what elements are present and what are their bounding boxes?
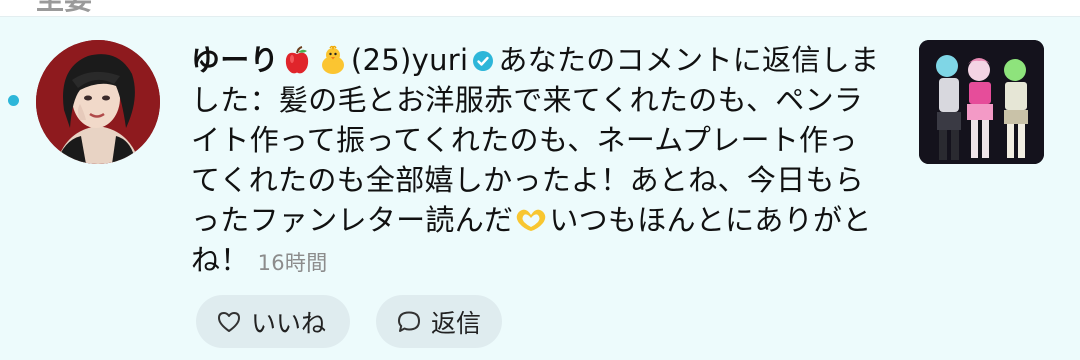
like-button[interactable]: いいね <box>196 295 350 348</box>
chick-emoji-icon <box>318 45 348 75</box>
username[interactable]: ゆーり <box>191 43 279 77</box>
heart-hands-emoji-icon <box>514 203 548 231</box>
unread-indicator <box>8 95 19 106</box>
timestamp: 16時間 <box>257 251 328 275</box>
speech-bubble-icon <box>396 309 422 335</box>
heart-outline-icon <box>216 309 242 335</box>
reply-button[interactable]: 返信 <box>376 295 502 348</box>
video-thumbnail[interactable] <box>919 40 1044 164</box>
previous-item-title: 至要 <box>36 0 92 14</box>
reply-label: 返信 <box>431 308 482 338</box>
user-handle[interactable]: (25)yuri <box>351 43 468 77</box>
previous-item-edge: 至要 <box>0 0 1080 17</box>
verified-badge-icon <box>472 42 494 71</box>
avatar[interactable] <box>36 40 160 164</box>
apple-emoji-icon <box>282 45 312 75</box>
like-label: いいね <box>251 308 327 338</box>
notification-content[interactable]: ゆーり (25)yuri あなたのコメントに返信しました：髪の毛とお洋服赤で来てくれ… <box>191 40 881 283</box>
